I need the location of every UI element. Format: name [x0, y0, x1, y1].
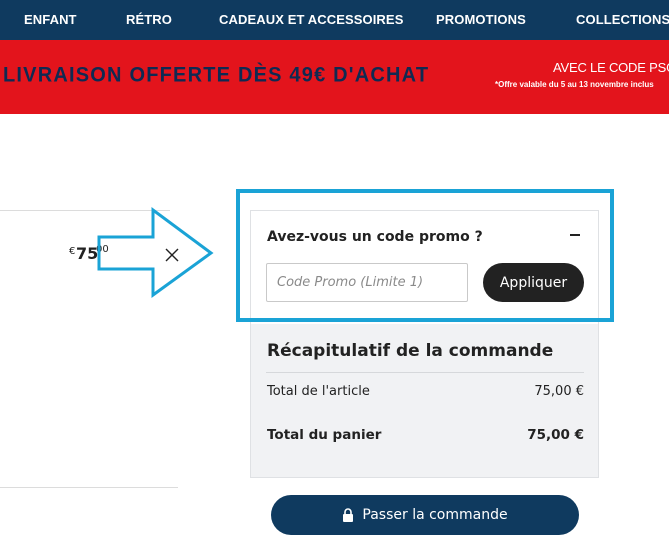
- checkout-button-label: Passer la commande: [362, 507, 508, 523]
- close-icon: [165, 248, 179, 262]
- nav-item-promotions[interactable]: PROMOTIONS: [436, 0, 526, 40]
- item-total-label: Total de l'article: [267, 384, 370, 399]
- nav-item-collections[interactable]: COLLECTIONS: [576, 0, 669, 40]
- item-total-value: 75,00 €: [534, 384, 584, 399]
- nav-item-cadeaux[interactable]: CADEAUX ET ACCESSOIRES: [219, 0, 403, 40]
- promo-banner[interactable]: LIVRAISON OFFERTE DÈS 49€ D'ACHAT AVEC L…: [0, 40, 669, 114]
- promo-code-input[interactable]: [266, 263, 468, 302]
- top-navigation: ENFANT RÉTRO CADEAUX ET ACCESSOIRES PROM…: [0, 0, 669, 40]
- nav-item-enfant[interactable]: ENFANT: [24, 0, 77, 40]
- banner-fine-print: *Offre valable du 5 au 13 novembre inclu…: [495, 80, 654, 89]
- cart-total-value: 75,00 €: [527, 427, 584, 443]
- summary-divider: [266, 372, 584, 373]
- item-price: 75: [76, 244, 99, 263]
- promo-collapse-button[interactable]: [567, 226, 585, 244]
- arrow-annotation-icon: [97, 207, 214, 298]
- summary-title: Récapitulatif de la commande: [267, 341, 554, 361]
- banner-code-line: AVEC LE CODE PSGIII: [553, 60, 669, 75]
- remove-item-button[interactable]: [163, 246, 181, 264]
- promo-title: Avez-vous un code promo ?: [267, 229, 483, 245]
- lock-icon: [343, 508, 354, 522]
- cart-total-label: Total du panier: [267, 427, 382, 443]
- item-price-currency: €: [69, 246, 76, 257]
- checkout-button[interactable]: Passer la commande: [271, 495, 579, 535]
- nav-item-retro[interactable]: RÉTRO: [126, 0, 172, 40]
- banner-headline: LIVRAISON OFFERTE DÈS 49€ D'ACHAT: [3, 63, 430, 87]
- cart-divider-bottom: [0, 487, 178, 488]
- apply-promo-button[interactable]: Appliquer: [483, 263, 584, 302]
